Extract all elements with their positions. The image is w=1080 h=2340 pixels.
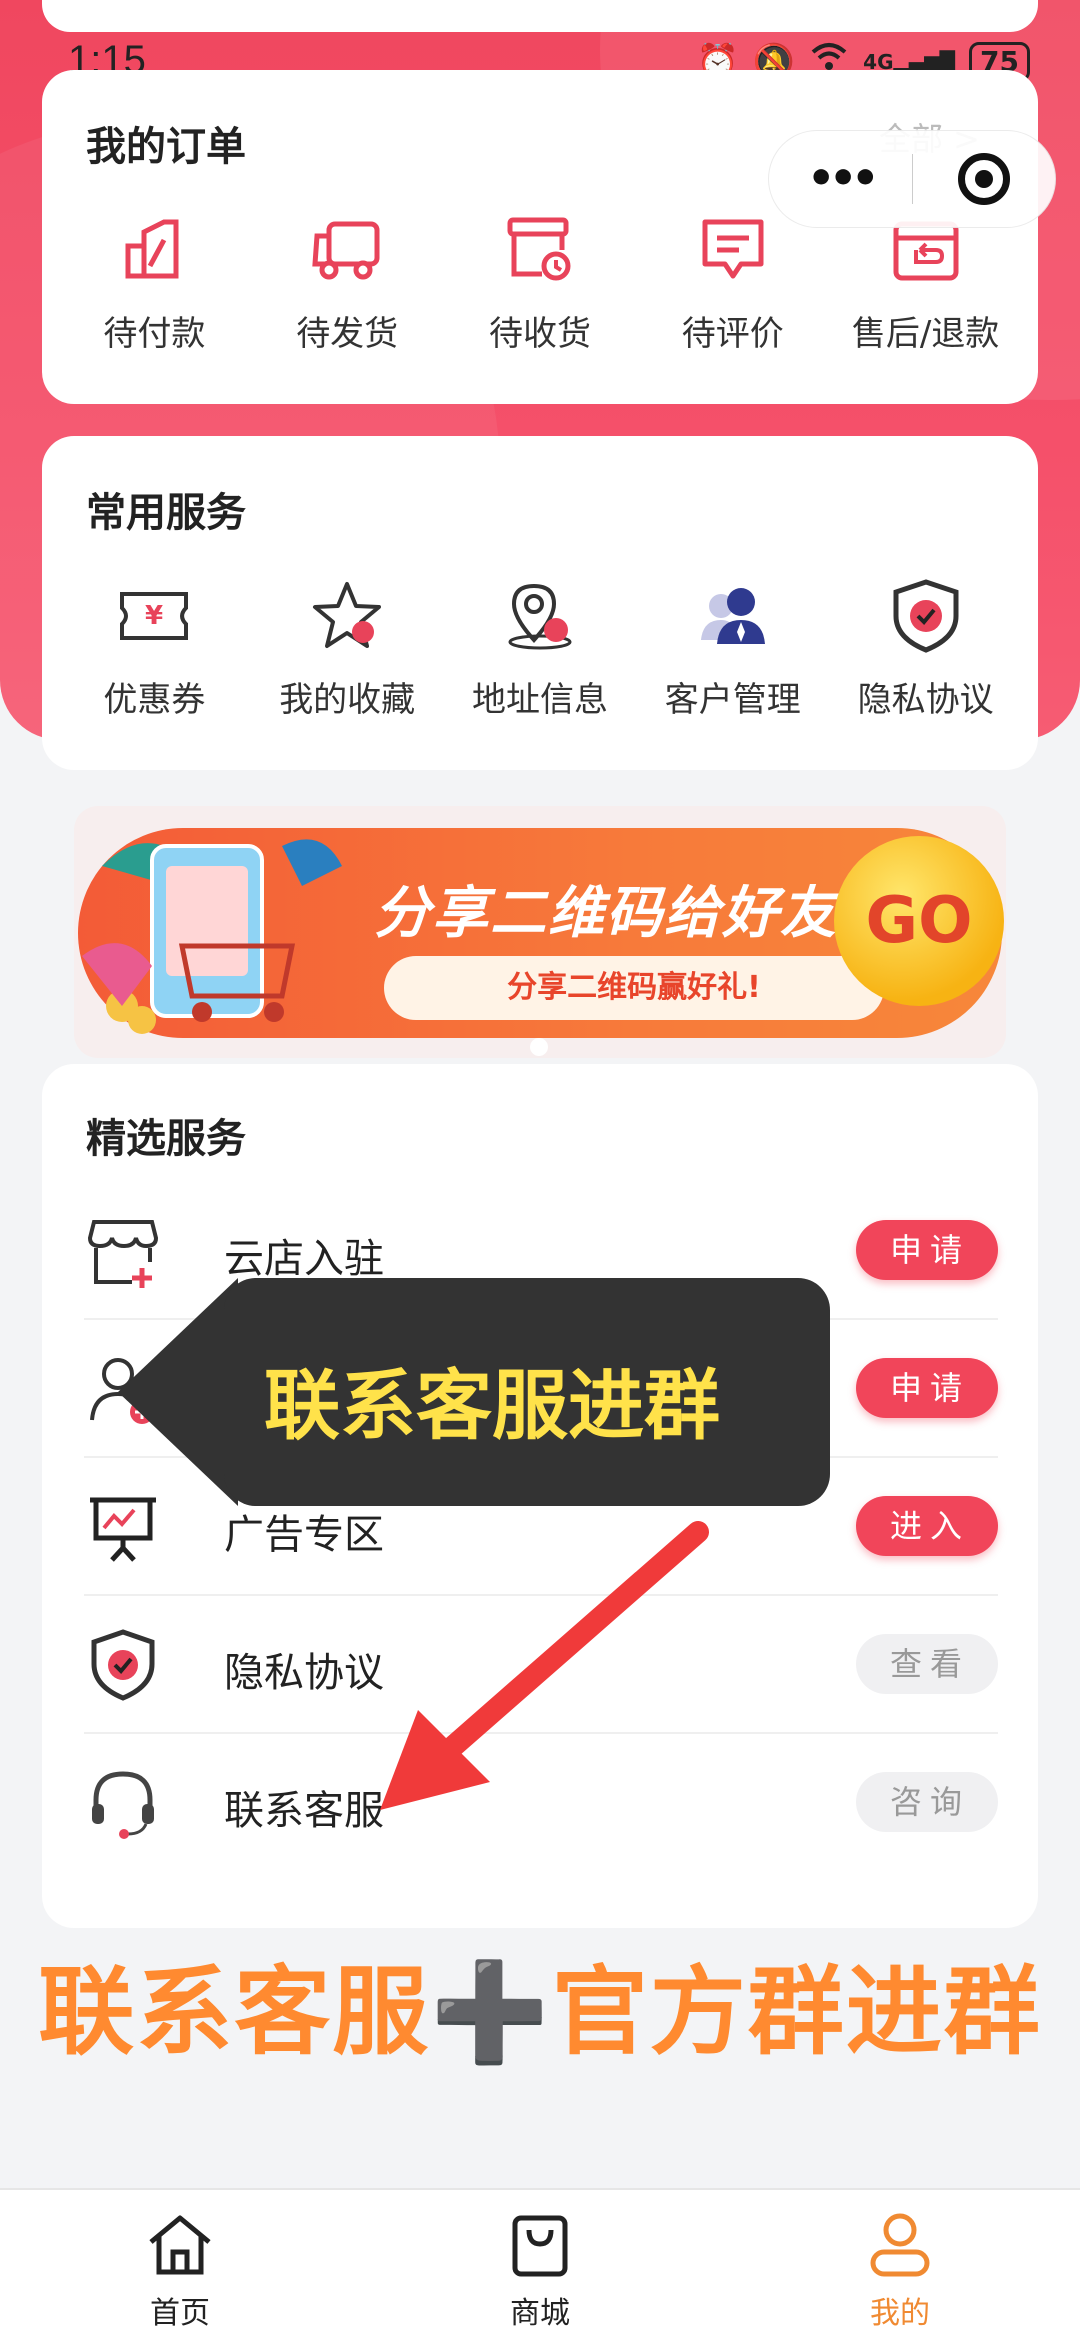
coupon-icon: ¥ (120, 592, 189, 640)
miniprogram-capsule: ••• (768, 130, 1056, 228)
card-edge (42, 0, 1038, 32)
headset-icon (92, 1771, 154, 1839)
shield-icon (91, 1629, 155, 1701)
profile-icon (870, 2213, 930, 2277)
shield-icon (893, 579, 959, 653)
promo-text: 联系客服➕官方群进群 (0, 1934, 1080, 2073)
more-options-icon[interactable]: ••• (769, 130, 912, 228)
order-after-sales[interactable]: 售后/退款 (836, 210, 1016, 355)
apply-button[interactable]: 申请 (856, 1220, 998, 1280)
tooltip-pointer (118, 1278, 238, 1506)
banner-subtitle: 分享二维码赢好礼! (384, 956, 884, 1020)
truck-icon (312, 221, 380, 280)
service-label: 优惠券 (103, 680, 206, 720)
services-title: 常用服务 (86, 490, 246, 536)
svg-text:¥: ¥ (145, 601, 163, 631)
service-privacy[interactable]: 隐私协议 (836, 576, 1016, 721)
tab-mall[interactable]: 商城 (360, 2190, 720, 2340)
order-label: 待付款 (103, 314, 206, 354)
tooltip-text: 联系客服进群 (264, 1361, 720, 1450)
view-button[interactable]: 查看 (856, 1634, 998, 1694)
shopping-bag-icon (512, 2215, 568, 2277)
featured-label: 广告专区 (224, 1512, 384, 1558)
share-qrcode-banner[interactable]: 分享二维码给好友 分享二维码赢好礼! GO (74, 806, 1006, 1058)
enter-button[interactable]: 进入 (856, 1496, 998, 1556)
order-pending-receipt[interactable]: 待收货 (450, 210, 630, 355)
orders-title: 我的订单 (86, 124, 246, 170)
tab-label: 商城 (510, 2296, 570, 2331)
featured-label: 隐私协议 (224, 1650, 384, 1696)
plus-icon: ➕ (430, 1956, 552, 2068)
service-address[interactable]: 地址信息 (450, 576, 630, 721)
pending-payment-icon (125, 219, 179, 279)
carousel-indicator (530, 1038, 548, 1056)
receive-box-icon (507, 217, 571, 281)
order-label: 待发货 (296, 314, 399, 354)
order-pending-review[interactable]: 待评价 (643, 210, 823, 355)
promo-left: 联系客服 (38, 1956, 431, 2068)
featured-label: 云店入驻 (224, 1236, 384, 1282)
location-icon (508, 583, 572, 650)
banner-title: 分享二维码给好友 (374, 881, 838, 946)
close-miniprogram-button[interactable] (913, 153, 1056, 205)
featured-label: 联系客服 (224, 1788, 384, 1834)
promo-right: 官方群进群 (551, 1956, 1042, 2068)
bottom-tab-bar: 首页 商城 我的 (0, 2188, 1080, 2340)
service-label: 我的收藏 (279, 680, 416, 720)
review-message-icon (702, 219, 764, 279)
order-label: 售后/退款 (851, 314, 1000, 354)
apply-button[interactable]: 申请 (856, 1358, 998, 1418)
tab-label: 我的 (870, 2296, 930, 2331)
order-label: 待评价 (681, 314, 784, 354)
service-coupon[interactable]: ¥ 优惠券 (64, 576, 244, 721)
home-icon (149, 2215, 211, 2275)
featured-title: 精选服务 (86, 1116, 246, 1162)
target-icon (957, 153, 1010, 205)
service-label: 客户管理 (664, 680, 801, 720)
orders-card: 我的订单 全部 > 待付款 待发货 待收货 待评价 售后/退款 (42, 70, 1038, 404)
service-label: 隐私协议 (857, 680, 994, 720)
service-label: 地址信息 (471, 680, 608, 720)
service-favorites[interactable]: 我的收藏 (257, 576, 437, 721)
order-label: 待收货 (488, 314, 591, 354)
customer-icon (700, 588, 765, 644)
star-icon (313, 582, 382, 648)
tab-label: 首页 (150, 2296, 210, 2331)
services-card: 常用服务 ¥ 优惠券 我的收藏 地址信息 客户管理 隐私协议 (42, 436, 1038, 770)
consult-button[interactable]: 咨询 (856, 1772, 998, 1832)
order-pending-shipment[interactable]: 待发货 (257, 210, 437, 355)
banner-go-button[interactable]: GO (834, 836, 1004, 1006)
tab-mine[interactable]: 我的 (720, 2190, 1080, 2340)
tab-home[interactable]: 首页 (0, 2190, 360, 2340)
red-arrow-annotation (380, 1521, 709, 1810)
service-customers[interactable]: 客户管理 (643, 576, 823, 721)
order-pending-payment[interactable]: 待付款 (64, 210, 244, 355)
